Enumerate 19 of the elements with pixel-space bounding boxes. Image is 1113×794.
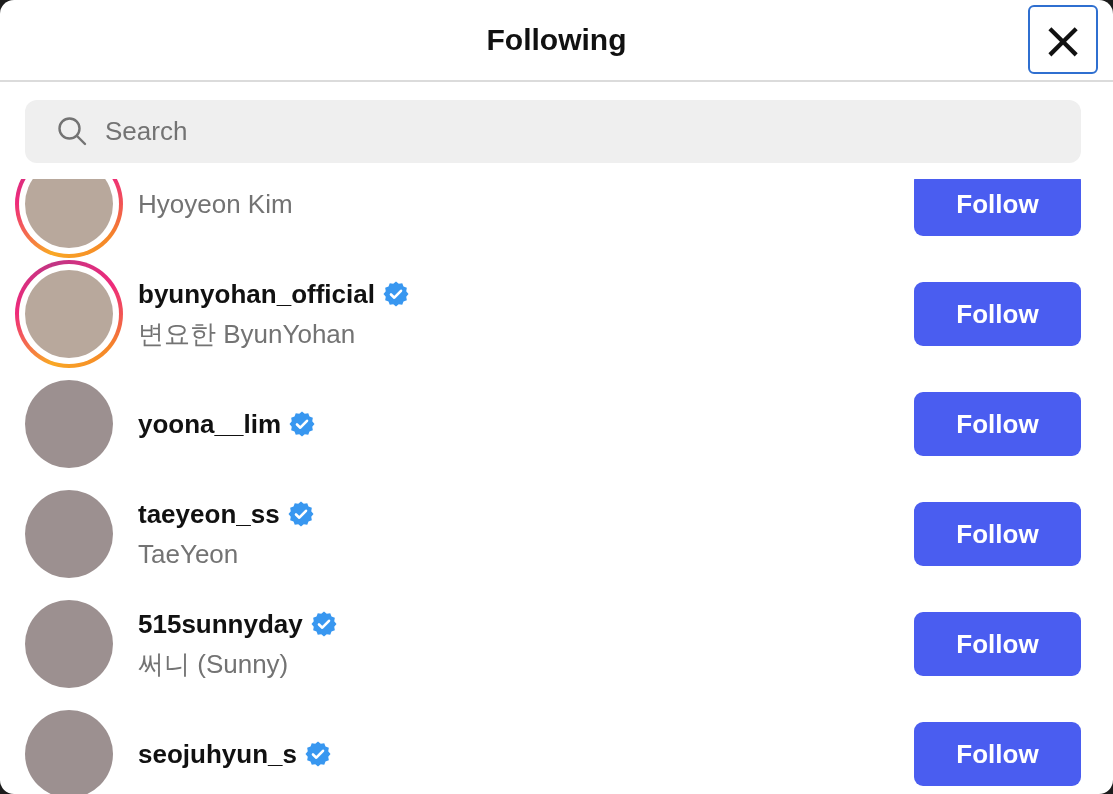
search-field[interactable]: Search — [25, 100, 1081, 163]
follow-button[interactable]: Follow — [914, 502, 1081, 566]
display-name: TaeYeon — [138, 538, 240, 571]
username[interactable]: 515sunnyday — [138, 608, 303, 640]
close-button[interactable]: × — [1028, 5, 1098, 74]
story-ring-avatar[interactable] — [15, 179, 123, 258]
follow-button[interactable]: Follow — [914, 612, 1081, 676]
username[interactable]: seojuhyun_s — [138, 738, 297, 770]
follow-button[interactable]: Follow — [914, 179, 1081, 236]
username[interactable]: taeyeon_ss — [138, 498, 280, 530]
display-name: 써니 (Sunny) — [138, 648, 290, 681]
display-name: Hyoyeon Kim — [138, 188, 294, 221]
follow-button[interactable]: Follow — [914, 392, 1081, 456]
dialog-title: Following — [486, 23, 627, 57]
follow-button[interactable]: Follow — [914, 722, 1081, 786]
follow-button[interactable]: Follow — [914, 282, 1081, 346]
username[interactable]: byunyohan_official — [138, 278, 375, 310]
username[interactable]: yoona__lim — [138, 408, 282, 440]
display-name: 변요한 ByunYohan — [138, 318, 357, 351]
